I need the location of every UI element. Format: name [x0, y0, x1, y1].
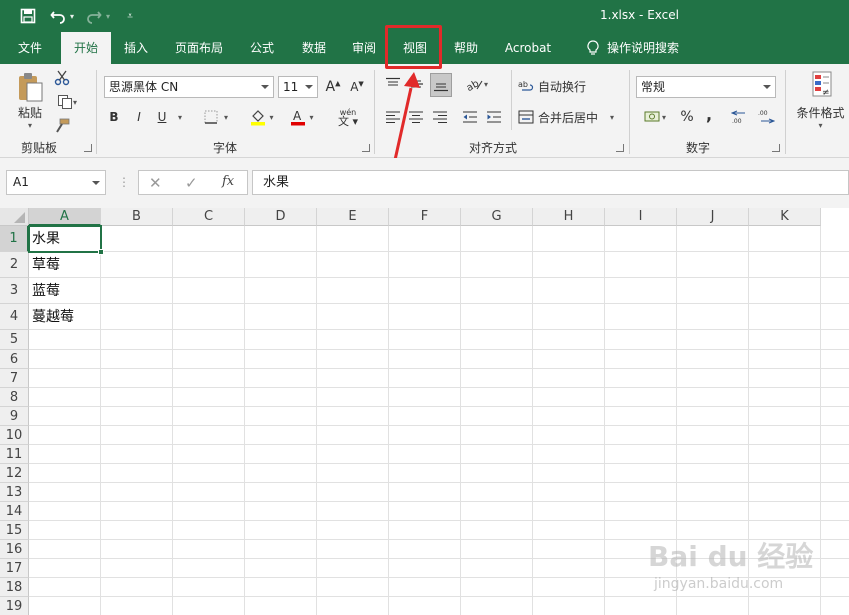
- select-all-button[interactable]: [0, 208, 29, 226]
- column-header-g[interactable]: G: [461, 208, 533, 226]
- row-gridline: [29, 596, 849, 597]
- formula-input[interactable]: 水果: [252, 170, 849, 195]
- cell-a3[interactable]: 蓝莓: [30, 278, 100, 304]
- formula-buttons: ✕ ✓ fx: [138, 170, 248, 195]
- row-header-5[interactable]: 5: [0, 330, 29, 350]
- row-header-15[interactable]: 15: [0, 521, 29, 540]
- row-gridline: [29, 406, 849, 407]
- row-header-16[interactable]: 16: [0, 540, 29, 559]
- column-gridline: [316, 226, 317, 615]
- chevron-down-icon: [92, 181, 100, 185]
- formula-bar-grip-icon: ⋮: [118, 175, 130, 189]
- fill-handle[interactable]: [98, 249, 104, 255]
- column-gridline: [820, 226, 821, 615]
- insert-function-button[interactable]: fx: [222, 174, 234, 189]
- row-gridline: [29, 444, 849, 445]
- row-header-6[interactable]: 6: [0, 350, 29, 369]
- column-header-c[interactable]: C: [173, 208, 245, 226]
- row-header-8[interactable]: 8: [0, 388, 29, 407]
- column-header-d[interactable]: D: [245, 208, 317, 226]
- column-header-i[interactable]: I: [605, 208, 677, 226]
- row-gridline: [29, 387, 849, 388]
- watermark-url: jingyan.baidu.com: [654, 576, 784, 592]
- column-gridline: [244, 226, 245, 615]
- row-header-12[interactable]: 12: [0, 464, 29, 483]
- row-gridline: [29, 303, 849, 304]
- row-header-19[interactable]: 19: [0, 597, 29, 615]
- row-header-18[interactable]: 18: [0, 578, 29, 597]
- row-gridline: [29, 501, 849, 502]
- name-box-value: A1: [13, 175, 29, 189]
- row-header-2[interactable]: 2: [0, 252, 29, 278]
- cell-a4[interactable]: 蔓越莓: [30, 304, 100, 330]
- column-header-f[interactable]: F: [389, 208, 461, 226]
- row-header-13[interactable]: 13: [0, 483, 29, 502]
- row-gridline: [29, 277, 849, 278]
- row-header-17[interactable]: 17: [0, 559, 29, 578]
- row-header-14[interactable]: 14: [0, 502, 29, 521]
- cancel-icon[interactable]: ✕: [149, 174, 162, 192]
- row-gridline: [29, 349, 849, 350]
- row-header-4[interactable]: 4: [0, 304, 29, 330]
- column-header-j[interactable]: J: [677, 208, 749, 226]
- column-gridline: [388, 226, 389, 615]
- cell-a2[interactable]: 草莓: [30, 252, 100, 278]
- row-gridline: [29, 463, 849, 464]
- row-gridline: [29, 368, 849, 369]
- name-box[interactable]: A1: [6, 170, 106, 195]
- column-gridline: [532, 226, 533, 615]
- row-header-7[interactable]: 7: [0, 369, 29, 388]
- row-header-9[interactable]: 9: [0, 407, 29, 426]
- row-header-10[interactable]: 10: [0, 426, 29, 445]
- row-header-3[interactable]: 3: [0, 278, 29, 304]
- column-header-b[interactable]: B: [101, 208, 173, 226]
- row-gridline: [29, 251, 849, 252]
- column-gridline: [460, 226, 461, 615]
- column-header-a[interactable]: A: [29, 208, 101, 226]
- row-gridline: [29, 520, 849, 521]
- row-header-1[interactable]: 1: [0, 226, 29, 252]
- watermark-logo: Bai du 经验: [648, 540, 814, 573]
- row-gridline: [29, 482, 849, 483]
- column-header-h[interactable]: H: [533, 208, 605, 226]
- column-header-k[interactable]: K: [749, 208, 821, 226]
- row-gridline: [29, 425, 849, 426]
- select-all-icon: [14, 212, 25, 223]
- column-header-e[interactable]: E: [317, 208, 389, 226]
- column-gridline: [172, 226, 173, 615]
- formula-bar: A1 ⋮ ✕ ✓ fx 水果: [0, 158, 849, 208]
- row-gridline: [29, 329, 849, 330]
- row-header-11[interactable]: 11: [0, 445, 29, 464]
- active-cell-border: [28, 225, 102, 253]
- column-gridline: [604, 226, 605, 615]
- column-gridline: [100, 226, 101, 615]
- enter-icon[interactable]: ✓: [185, 174, 198, 192]
